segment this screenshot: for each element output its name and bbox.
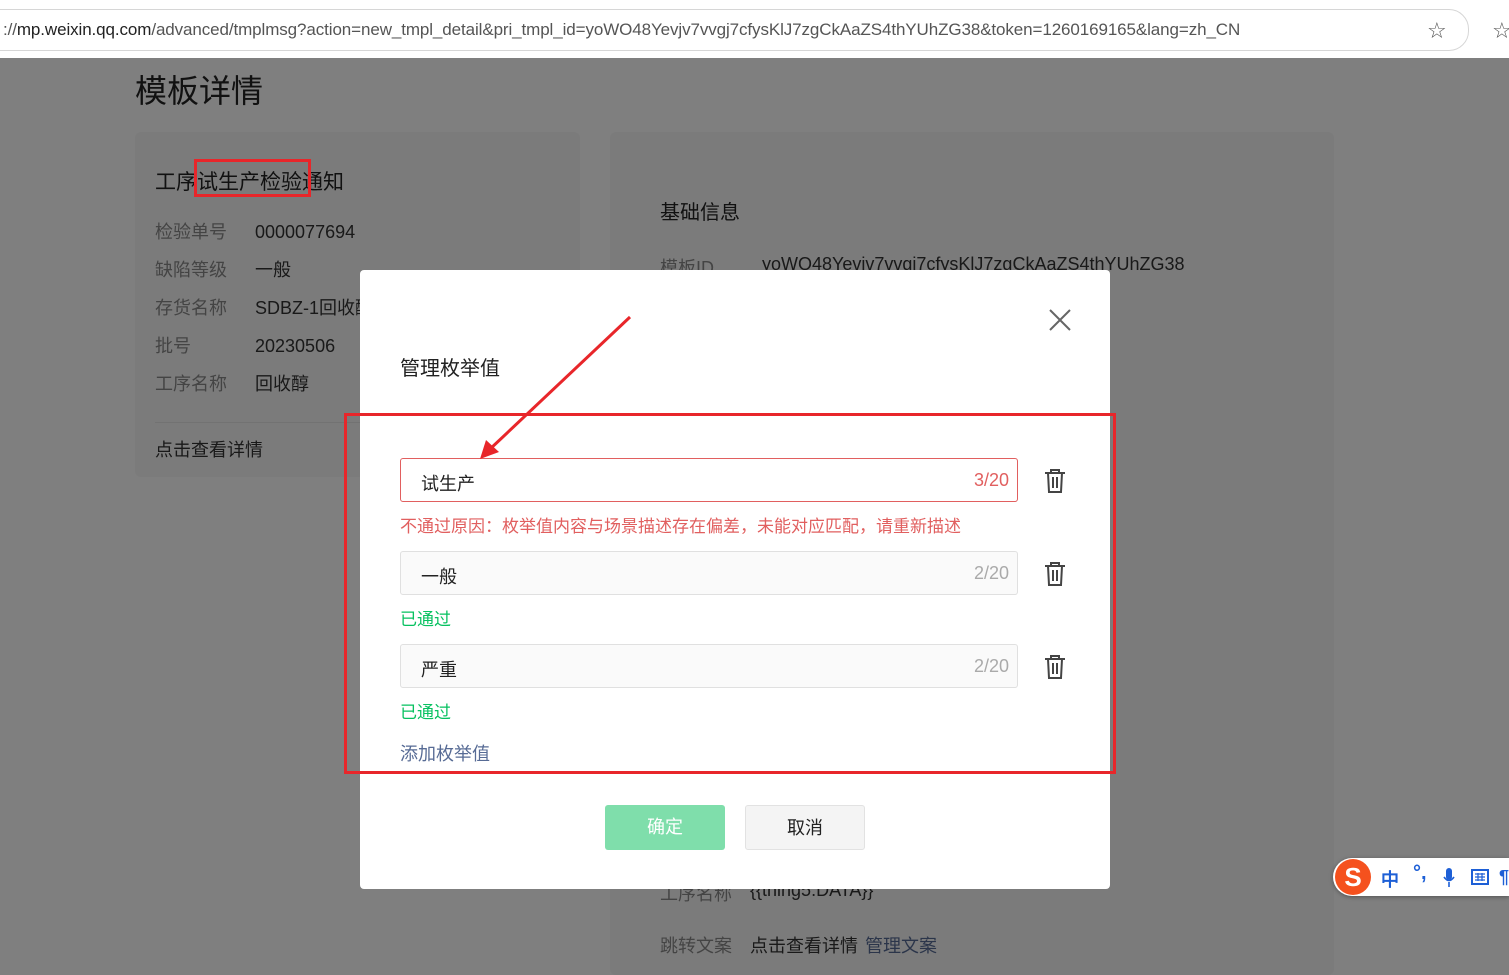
annotation-box — [344, 413, 1116, 774]
confirm-button[interactable]: 确定 — [605, 805, 725, 850]
ime-more-icon[interactable]: ¶ — [1499, 867, 1509, 888]
keyboard-icon[interactable] — [1471, 869, 1489, 885]
browser-toolbar: ://mp.weixin.qq.com/advanced/tmplmsg?act… — [0, 0, 1509, 59]
close-icon[interactable] — [1048, 308, 1072, 332]
microphone-icon[interactable] — [1443, 868, 1455, 888]
url-path: /advanced/tmplmsg?action=new_tmpl_detail… — [151, 20, 1241, 39]
cancel-button[interactable]: 取消 — [745, 805, 865, 850]
ime-mode[interactable]: 中 — [1381, 866, 1399, 892]
dialog-title: 管理枚举值 — [400, 358, 500, 380]
sogou-logo[interactable]: S — [1335, 859, 1371, 895]
star-icon[interactable]: ☆ — [1492, 18, 1509, 44]
star-icon[interactable]: ☆ — [1427, 18, 1447, 44]
url-host: mp.weixin.qq.com — [16, 20, 152, 39]
ime-punctuation[interactable]: °, — [1413, 862, 1427, 885]
url-text[interactable]: ://mp.weixin.qq.com/advanced/tmplmsg?act… — [3, 20, 1240, 40]
ime-toolbar[interactable]: S 中 °, ¶ — [1333, 858, 1509, 896]
url-prefix: :// — [3, 20, 17, 39]
annotation-box — [194, 159, 311, 197]
